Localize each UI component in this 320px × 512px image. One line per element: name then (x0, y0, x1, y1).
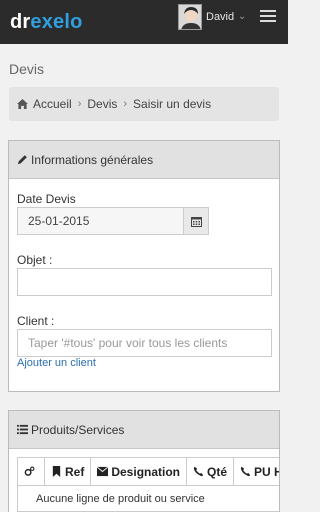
calendar-button[interactable] (183, 208, 208, 234)
breadcrumb-item-accueil[interactable]: Accueil (33, 97, 72, 111)
products-services-panel: Produits/Services Ref Designation Qté PU… (8, 410, 280, 512)
products-services-panel-header: Produits/Services (9, 411, 279, 449)
avatar-portrait-icon (179, 5, 201, 29)
column-settings-header[interactable] (17, 457, 45, 486)
column-pu-ht-header[interactable]: PU HT (233, 457, 279, 486)
date-devis-input[interactable] (18, 208, 183, 234)
app-logo[interactable]: drexelo (10, 9, 83, 35)
breadcrumb-item-devis[interactable]: Devis (87, 97, 117, 111)
column-qte-label: Qté (207, 464, 228, 479)
date-devis-label: Date Devis (17, 192, 76, 206)
page-title: Devis (9, 61, 45, 77)
general-info-panel-title: Informations générales (31, 152, 154, 167)
breadcrumb: Accueil › Devis › Saisir un devis (9, 87, 279, 121)
breadcrumb-item-current: Saisir un devis (133, 97, 212, 111)
menu-hamburger-icon[interactable] (260, 10, 276, 24)
phone-icon (240, 466, 251, 476)
calendar-icon (190, 216, 202, 227)
column-designation-label: Designation (111, 464, 181, 479)
logo-text-dark: dr (10, 11, 31, 33)
pencil-icon (17, 155, 27, 165)
list-icon (17, 424, 28, 435)
general-info-panel-header: Informations générales (9, 141, 279, 179)
bookmark-icon (52, 465, 61, 477)
general-info-panel: Informations générales Date Devis Objet … (8, 140, 280, 392)
column-designation-header[interactable]: Designation (90, 457, 188, 486)
add-client-link[interactable]: Ajouter un client (17, 356, 96, 370)
column-qte-header[interactable]: Qté (186, 457, 235, 486)
phone-icon (193, 466, 204, 476)
column-pu-ht-label: PU HT (254, 464, 279, 479)
column-ref-label: Ref (65, 464, 85, 479)
cogs-icon (24, 466, 35, 476)
empty-table-message: Aucune ligne de produit ou service (17, 485, 279, 512)
products-table-header-row: Ref Designation Qté PU HT (17, 457, 279, 486)
table-row: Aucune ligne de produit ou service (17, 485, 279, 512)
client-label: Client : (17, 314, 55, 328)
logo-text-accent: exelo (30, 11, 83, 33)
products-services-panel-title: Produits/Services (31, 422, 125, 437)
date-devis-group (17, 207, 209, 235)
top-navbar: drexelo David ⌄ (0, 0, 288, 44)
chevron-down-icon[interactable]: ⌄ (238, 10, 246, 24)
breadcrumb-separator-icon: › (77, 98, 82, 110)
objet-input[interactable] (17, 268, 272, 296)
products-table: Ref Designation Qté PU HT Aucune ligne d… (17, 457, 279, 512)
envelope-icon (97, 466, 109, 476)
user-name[interactable]: David (206, 10, 234, 24)
client-search-input[interactable] (17, 329, 272, 357)
breadcrumb-separator-icon: › (123, 98, 128, 110)
products-table-scroll[interactable]: Ref Designation Qté PU HT Aucune ligne d… (17, 457, 279, 512)
objet-label: Objet : (17, 253, 53, 267)
user-avatar[interactable] (178, 4, 202, 30)
column-ref-header[interactable]: Ref (43, 457, 92, 486)
home-icon (17, 99, 28, 109)
